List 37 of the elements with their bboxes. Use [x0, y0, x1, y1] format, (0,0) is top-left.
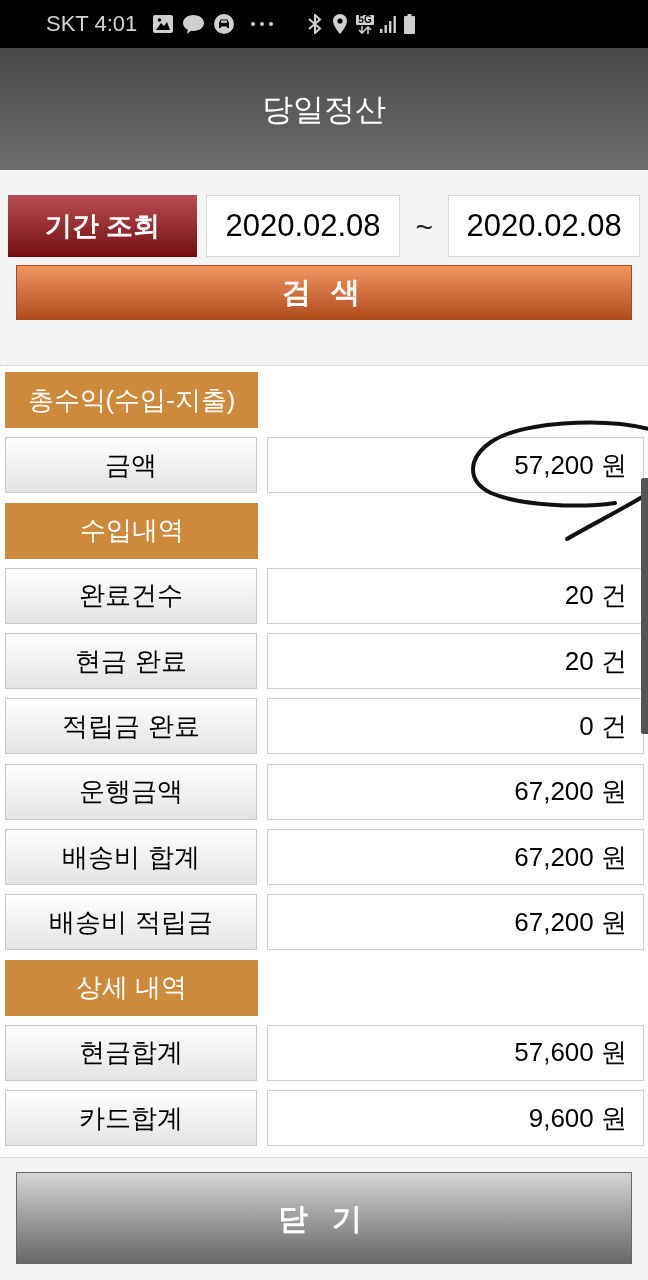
row-label: 완료건수 [5, 567, 257, 624]
location-pin-icon [333, 14, 348, 34]
row-value: 9,600 원 [267, 1090, 644, 1147]
row-label: 적립금 완료 [5, 698, 257, 755]
row-label: 운행금액 [5, 763, 257, 820]
section-header: 총수익(수입-지출) [5, 372, 258, 428]
period-query-button[interactable]: 기간 조회 [8, 195, 197, 257]
date-range-separator: ~ [414, 208, 435, 245]
image-icon [153, 15, 174, 33]
car-icon [214, 14, 235, 34]
search-button[interactable]: 검 색 [16, 265, 632, 320]
signal-icon [379, 15, 396, 33]
row-value: 67,200 원 [267, 894, 644, 951]
row-label: 금액 [5, 437, 257, 494]
row-label: 배송비 합계 [5, 829, 257, 886]
row-value: 20 건 [267, 633, 644, 690]
end-date-field[interactable]: 2020.02.08 [448, 195, 640, 257]
row-label: 배송비 적립금 [5, 894, 257, 951]
network-type: 5G [356, 14, 374, 25]
row-value: 0 건 [267, 698, 644, 755]
row-value: 57,600 원 [267, 1024, 644, 1081]
chat-bubble-icon [183, 14, 205, 34]
battery-icon [403, 14, 415, 34]
more-icon [251, 22, 274, 26]
bluetooth-icon [308, 14, 323, 34]
row-value: 67,200 원 [267, 763, 644, 820]
row-label: 현금 완료 [5, 633, 257, 690]
section-header: 상세 내역 [5, 959, 258, 1016]
start-date-field[interactable]: 2020.02.08 [205, 195, 401, 257]
row-value: 67,200 원 [267, 829, 644, 886]
row-label: 현금합계 [5, 1024, 257, 1081]
page-title: 당일정산 [262, 93, 386, 125]
section-header: 수입내역 [5, 502, 258, 559]
data-arrows-icon [358, 25, 372, 34]
row-label: 카드합계 [5, 1090, 257, 1147]
carrier-time: SKT 4:01 [46, 13, 138, 35]
row-value: 20 건 [267, 567, 644, 624]
